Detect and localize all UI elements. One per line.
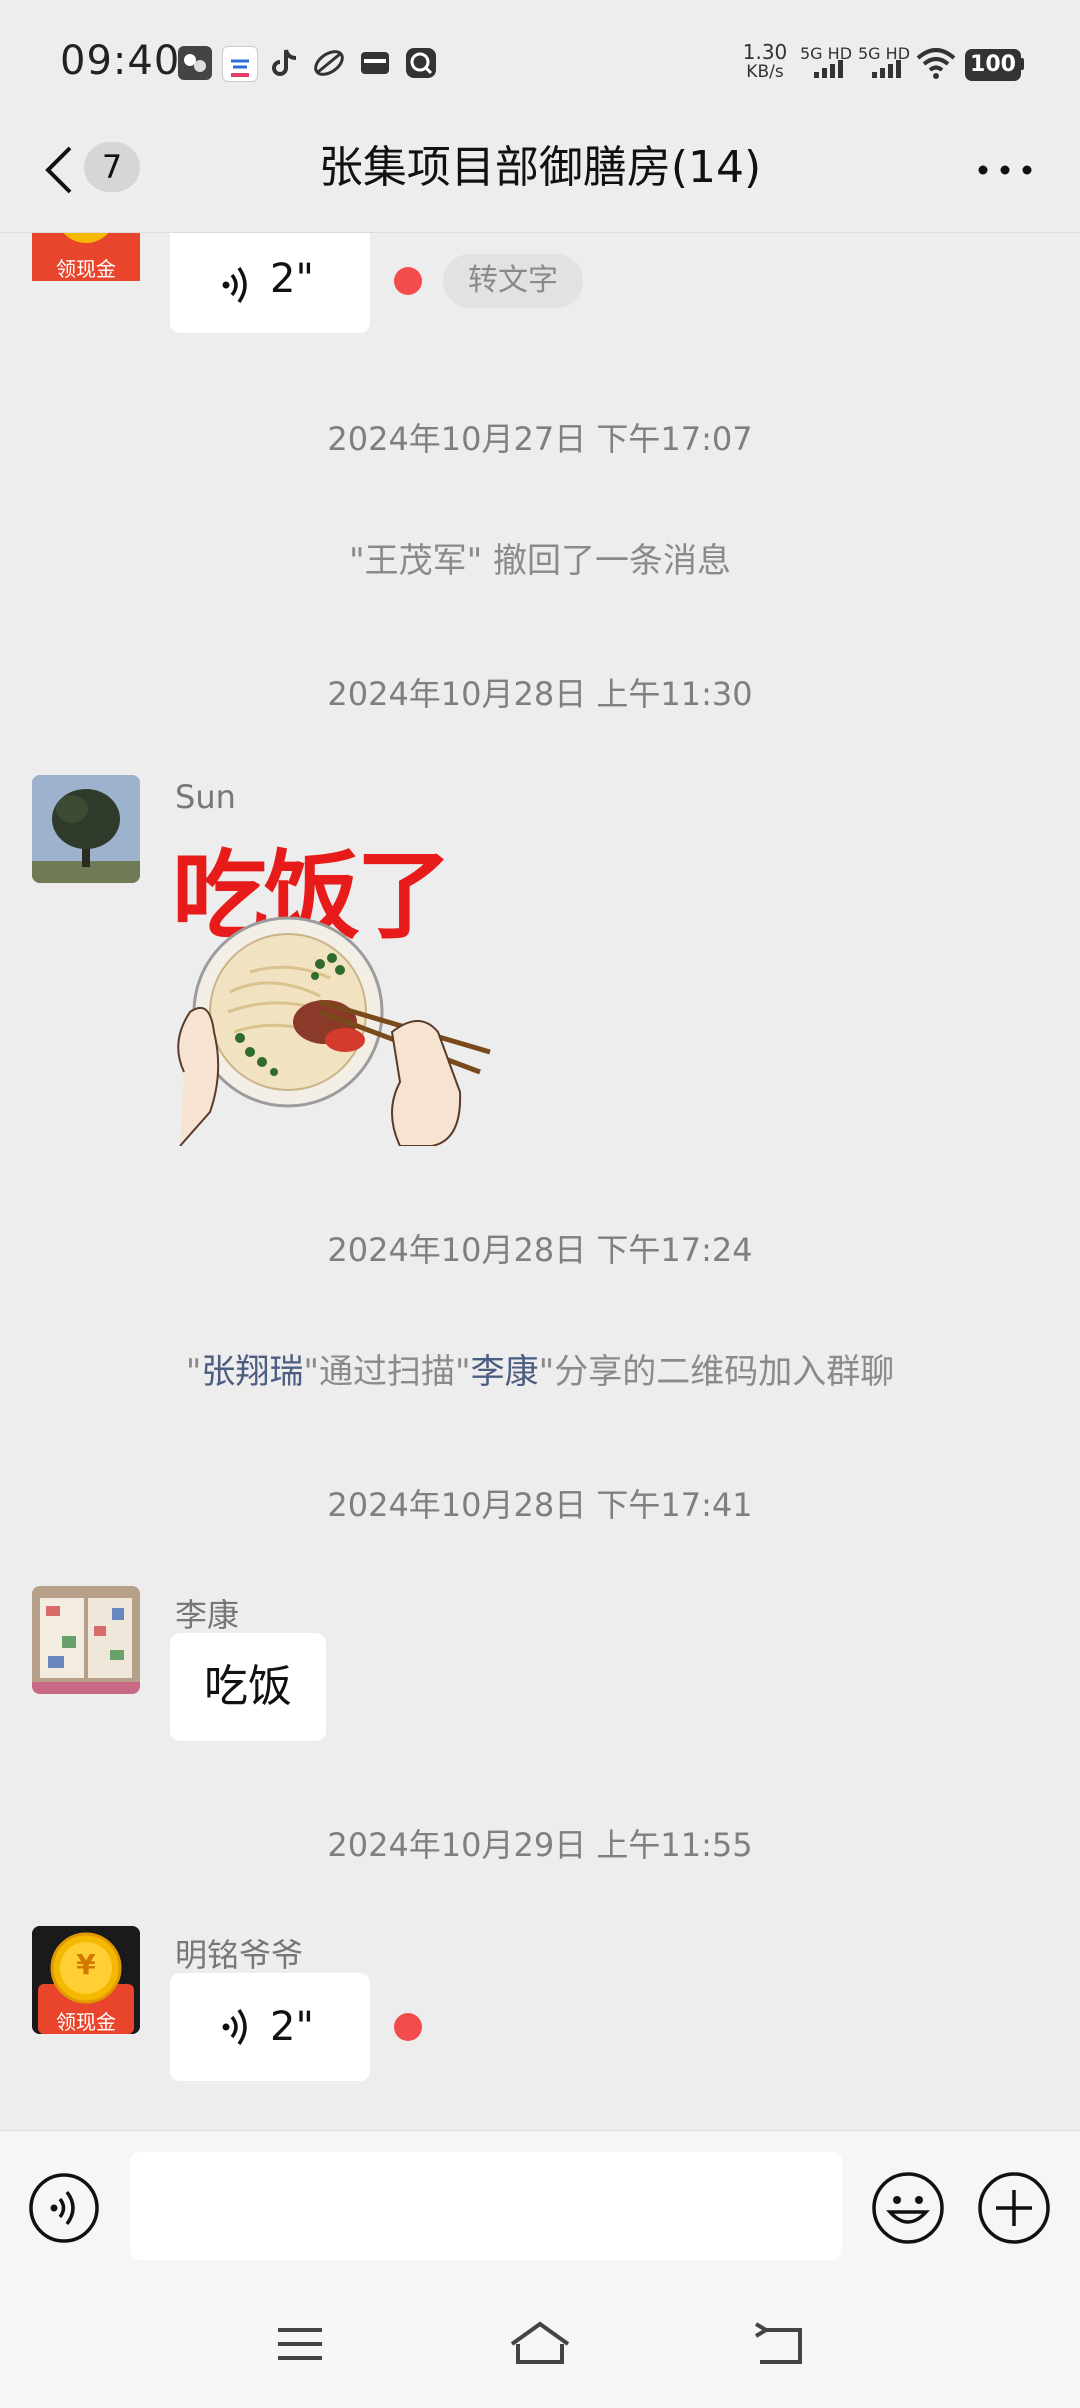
avatar[interactable] <box>32 775 140 883</box>
quote-mark: " <box>185 1352 202 1392</box>
voice-duration: 2" <box>270 256 314 302</box>
voice-input-toggle-button[interactable] <box>28 2172 100 2244</box>
more-functions-button[interactable] <box>976 2170 1052 2246</box>
recall-notice: "王茂军" 撤回了一条消息 <box>348 541 732 581</box>
more-dots-icon <box>978 165 1032 175</box>
voice-message-bubble[interactable]: 2" <box>170 233 370 333</box>
voice-wave-icon <box>222 266 247 304</box>
mention-link[interactable]: 李康 <box>471 1352 539 1392</box>
avatar[interactable]: 领现金 <box>32 233 140 287</box>
sticker-image[interactable]: 吃饭了 <box>170 822 500 1146</box>
back-nav-button[interactable] <box>752 2320 808 2372</box>
leaf-app-icon <box>312 46 346 80</box>
status-time: 09:40 <box>60 38 181 84</box>
noodle-bowl-icon <box>177 916 491 1146</box>
convert-to-text-button[interactable]: 转文字 <box>443 254 583 308</box>
join-notice-text: "通过扫描" <box>303 1352 471 1392</box>
mention-link[interactable]: 张翔瑞 <box>201 1352 303 1392</box>
page-title: 张集项目部御膳房(14) <box>318 142 762 193</box>
plus-icon <box>978 2172 1050 2244</box>
search-app-icon <box>404 46 438 80</box>
timestamp: 2024年10月28日 下午17:41 <box>327 1486 753 1524</box>
message-text: 吃饭 <box>204 1661 292 1712</box>
sim1-signal-icon <box>814 56 843 78</box>
voice-message-bubble[interactable]: 2" <box>170 1973 370 2081</box>
coin-symbol: ¥ <box>76 1948 96 1981</box>
unread-dot <box>394 267 422 295</box>
avatar-label: 领现金 <box>56 257 116 281</box>
voice-mode-icon <box>29 2173 99 2243</box>
emoji-button[interactable] <box>870 2170 946 2246</box>
join-notice: "张翔瑞"通过扫描"李康"分享的二维码加入群聊 <box>0 1344 1080 1393</box>
emoji-icon <box>872 2172 944 2244</box>
more-options-button[interactable] <box>975 150 1035 190</box>
battery-tip <box>1020 58 1024 70</box>
avatar[interactable] <box>32 1586 140 1694</box>
wifi-icon <box>916 46 956 84</box>
sender-name: 李康 <box>175 1596 240 1634</box>
join-notice-text: "分享的二维码加入群聊 <box>538 1352 895 1392</box>
text-message-bubble[interactable]: 吃饭 <box>170 1633 326 1741</box>
timestamp: 2024年10月28日 下午17:24 <box>327 1231 753 1269</box>
menu-nav-button[interactable] <box>276 2324 324 2368</box>
avatar[interactable]: ¥ 领现金 <box>32 1926 140 2034</box>
home-icon <box>510 2321 570 2364</box>
system-navigation-bar <box>0 2280 1080 2408</box>
message-input[interactable] <box>130 2152 842 2260</box>
tree-photo-icon <box>32 775 140 883</box>
voice-wave-icon <box>222 2008 247 2046</box>
timestamp: 2024年10月27日 下午17:07 <box>327 420 753 458</box>
sim2-signal-icon <box>872 56 901 78</box>
network-speed: 1.30 KB/s <box>742 40 788 82</box>
comic-photo-icon <box>32 1586 140 1694</box>
tiktok-icon <box>268 46 302 80</box>
cloud-app-icon <box>222 46 258 82</box>
sender-name: Sun <box>175 778 236 816</box>
status-bar: 09:40 1.30 KB/s 5G HD 5G HD 100 <box>0 0 1080 130</box>
wallet-app-icon <box>358 46 392 80</box>
home-nav-button[interactable] <box>508 2318 572 2372</box>
avatar-label: 领现金 <box>56 2010 116 2034</box>
timestamp: 2024年10月29日 上午11:55 <box>327 1826 753 1864</box>
voice-duration: 2" <box>270 2004 314 2050</box>
sender-name: 明铭爷爷 <box>175 1936 304 1974</box>
timestamp: 2024年10月28日 上午11:30 <box>327 675 753 713</box>
gallery-app-icon <box>178 46 212 80</box>
menu-icon <box>278 2328 322 2360</box>
back-arrow-icon <box>754 2322 802 2364</box>
battery-icon: 100 <box>965 49 1021 81</box>
unread-dot <box>394 2013 422 2041</box>
